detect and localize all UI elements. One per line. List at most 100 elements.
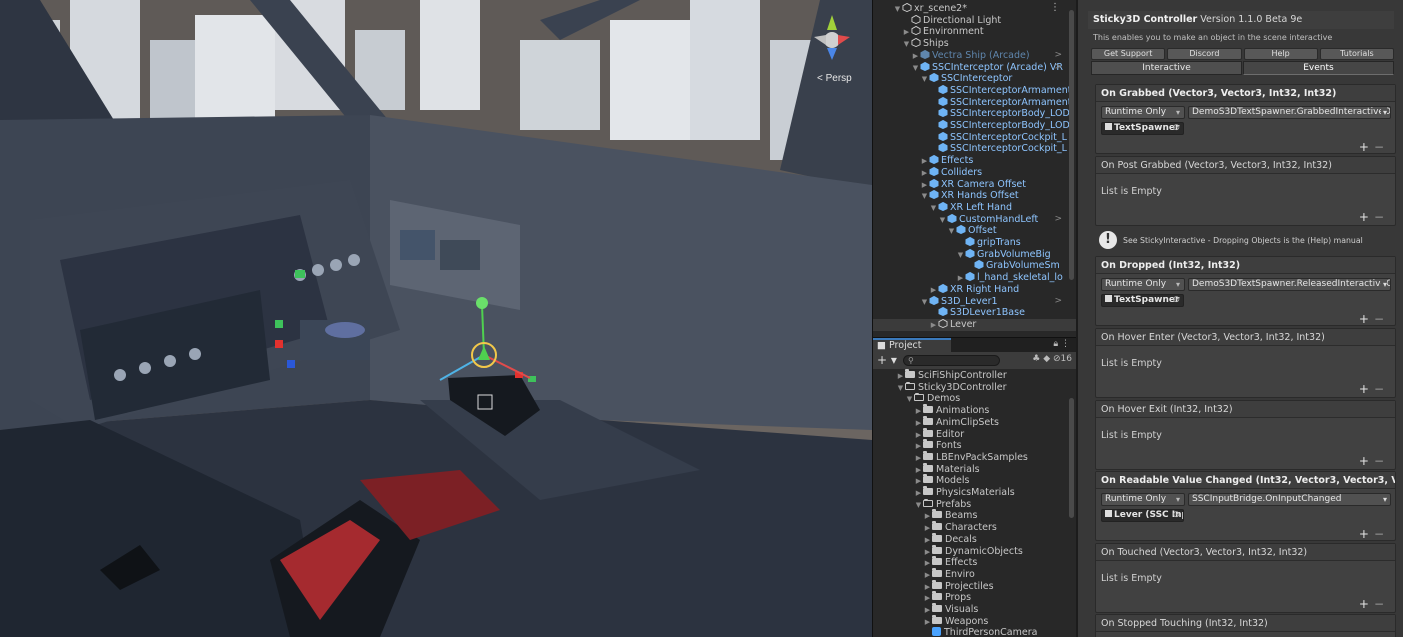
hierarchy-item[interactable]: SSCInterceptorCockpit_L — [873, 143, 1076, 155]
hierarchy-item[interactable]: ▼ XR Hands Offset — [873, 190, 1076, 202]
add-listener-button[interactable]: + — [1359, 454, 1374, 468]
expand-arrow-icon[interactable]: ▼ — [920, 74, 929, 85]
expand-arrow-icon[interactable]: ▶ — [956, 273, 965, 284]
tab-events[interactable]: Events — [1243, 61, 1394, 75]
project-folder-item[interactable]: ▶ Editor — [873, 427, 1076, 441]
expand-arrow-icon[interactable]: ▼ — [902, 39, 911, 50]
remove-listener-button[interactable]: − — [1374, 527, 1389, 541]
expand-arrow-icon[interactable]: ▼ — [956, 250, 965, 261]
project-folder-item[interactable]: ▶ SciFiShipController — [873, 369, 1076, 382]
hierarchy-scrollbar[interactable] — [1069, 10, 1074, 280]
more-icon[interactable]: ⋮ — [1061, 339, 1070, 349]
hierarchy-item[interactable]: SSCInterceptorCockpit_L — [873, 131, 1076, 144]
hierarchy-item[interactable]: ▼ XR Left Hand — [873, 201, 1076, 214]
project-scrollbar[interactable] — [1069, 398, 1074, 518]
hierarchy-item[interactable]: ▼ SSCInterceptor — [873, 73, 1076, 85]
hierarchy-item[interactable]: SSCInterceptorBody_LOD — [873, 120, 1076, 132]
project-folder-item[interactable]: ▶ Visuals — [873, 603, 1076, 616]
add-listener-button[interactable]: + — [1359, 210, 1374, 224]
project-folder-item[interactable]: ThirdPersonCamera — [873, 627, 1076, 637]
object-field[interactable]: TextSpawner (⊙ — [1101, 294, 1184, 307]
object-picker-icon[interactable]: ⊙ — [1172, 510, 1180, 521]
expand-arrow-icon[interactable]: ▶ — [920, 168, 929, 179]
hierarchy-item[interactable]: S3DLever1Base — [873, 307, 1076, 319]
project-folder-item[interactable]: ▶ Animations — [873, 404, 1076, 417]
remove-listener-button[interactable]: − — [1374, 382, 1389, 396]
project-folder-item[interactable]: ▶ AnimClipSets — [873, 415, 1076, 429]
remove-listener-button[interactable]: − — [1374, 140, 1389, 154]
expand-arrow-icon[interactable]: ▼ — [920, 191, 929, 202]
open-prefab-icon[interactable]: > — [1054, 214, 1062, 226]
add-listener-button[interactable]: + — [1359, 140, 1374, 154]
remove-listener-button[interactable]: − — [1374, 210, 1389, 224]
discord-button[interactable]: Discord — [1167, 48, 1242, 60]
project-folder-item[interactable]: ▼ Prefabs — [873, 498, 1076, 511]
add-listener-button[interactable]: + — [1359, 527, 1374, 541]
hierarchy-item[interactable]: SSCInterceptorBody_LOD — [873, 108, 1076, 120]
hidden-packages-icon[interactable]: ⊘ — [1053, 354, 1061, 364]
project-folder-item[interactable]: ▶ PhysicsMaterials — [873, 486, 1076, 499]
hierarchy-item[interactable]: ▶ Colliders — [873, 166, 1076, 179]
project-folder-item[interactable]: ▶ Effects — [873, 556, 1076, 569]
project-folder-item[interactable]: ▼ Sticky3DController — [873, 381, 1076, 394]
hierarchy-item[interactable]: ▶ XR Right Hand — [873, 283, 1076, 296]
expand-arrow-icon[interactable]: ▼ — [929, 203, 938, 214]
expand-arrow-icon[interactable]: ▼ — [947, 226, 956, 237]
hierarchy-item[interactable]: ▼ xr_scene2* — [873, 3, 1076, 15]
object-field[interactable]: Lever (SSC Inp ⊙ — [1101, 509, 1184, 522]
help-button[interactable]: Help — [1243, 48, 1318, 60]
tab-project[interactable]: ■ Project — [873, 338, 951, 352]
hierarchy-item[interactable]: ▶ l_hand_skeletal_lo — [873, 272, 1076, 284]
create-button[interactable]: + ▾ — [877, 353, 897, 367]
expand-arrow-icon[interactable]: ▶ — [929, 285, 938, 296]
hierarchy-item[interactable]: ▶ Vectra Ship (Arcade) > — [873, 49, 1076, 62]
hierarchy-item[interactable]: ▶ XR Camera Offset — [873, 178, 1076, 191]
open-prefab-icon[interactable]: > — [1054, 296, 1062, 308]
expand-arrow-icon[interactable]: ▶ — [920, 180, 929, 191]
hierarchy-item[interactable]: Directional Light — [873, 14, 1076, 27]
project-search-input[interactable]: ⚲ — [903, 355, 1000, 366]
hierarchy-item[interactable]: ▼ GrabVolumeBig — [873, 248, 1076, 261]
perspective-label[interactable]: < Persp — [817, 73, 852, 84]
hierarchy-item[interactable]: ▶ Lever — [873, 318, 1076, 331]
runtime-dropdown[interactable]: Runtime Only — [1101, 106, 1185, 119]
hierarchy-item[interactable]: ▼ CustomHandLeft > — [873, 213, 1076, 226]
runtime-dropdown[interactable]: Runtime Only — [1101, 493, 1185, 506]
object-field[interactable]: TextSpawner (⊙ — [1101, 122, 1184, 135]
hierarchy-item[interactable]: SSCInterceptorArmament — [873, 96, 1076, 109]
project-folder-item[interactable]: ▶ Models — [873, 474, 1076, 487]
hierarchy-item[interactable]: ▶ Effects — [873, 155, 1076, 167]
add-listener-button[interactable]: + — [1359, 382, 1374, 396]
expand-arrow-icon[interactable]: ▼ — [938, 215, 947, 226]
remove-listener-button[interactable]: − — [1374, 312, 1389, 326]
expand-arrow-icon[interactable]: ▼ — [911, 63, 920, 74]
hierarchy-item[interactable]: ▶ Environment — [873, 26, 1076, 38]
add-listener-button[interactable]: + — [1359, 597, 1374, 611]
tab-interactive[interactable]: Interactive — [1091, 61, 1242, 75]
lock-icon[interactable]: 🔒︎ — [1053, 339, 1058, 349]
project-folder-item[interactable]: ▶ Projectiles — [873, 579, 1076, 593]
filter-label-icon[interactable]: ◆ — [1043, 354, 1050, 364]
expand-arrow-icon[interactable]: ▶ — [911, 51, 920, 62]
project-folder-item[interactable]: ▶ Decals — [873, 532, 1076, 546]
hierarchy-item[interactable]: SSCInterceptorArmament — [873, 84, 1076, 97]
project-folder-item[interactable]: ▶ LBEnvPackSamples — [873, 450, 1076, 464]
expand-arrow-icon[interactable]: ▶ — [902, 27, 911, 38]
hierarchy-menu-icon[interactable]: ⋮ — [1050, 2, 1060, 13]
open-prefab-icon[interactable]: > — [1054, 62, 1062, 74]
add-listener-button[interactable]: + — [1359, 312, 1374, 326]
hierarchy-item[interactable]: ▼ Ships — [873, 38, 1076, 50]
hierarchy-item[interactable]: ▼ S3D_Lever1 > — [873, 295, 1076, 308]
project-folder-item[interactable]: ▶ Beams — [873, 509, 1076, 522]
tutorials-button[interactable]: Tutorials — [1319, 48, 1394, 60]
runtime-dropdown[interactable]: Runtime Only — [1101, 278, 1185, 291]
filter-type-icon[interactable]: ♣ — [1032, 354, 1040, 364]
expand-arrow-icon[interactable]: ▶ — [929, 320, 938, 331]
hierarchy-item[interactable]: gripTrans — [873, 237, 1076, 249]
expand-arrow-icon[interactable]: ▼ — [893, 4, 902, 15]
scene-render[interactable] — [0, 0, 872, 637]
open-prefab-icon[interactable]: > — [1054, 50, 1062, 62]
project-folder-item[interactable]: ▶ Enviro — [873, 567, 1076, 581]
object-picker-icon[interactable]: ⊙ — [1172, 295, 1180, 306]
scene-view[interactable]: < Persp — [0, 0, 872, 637]
